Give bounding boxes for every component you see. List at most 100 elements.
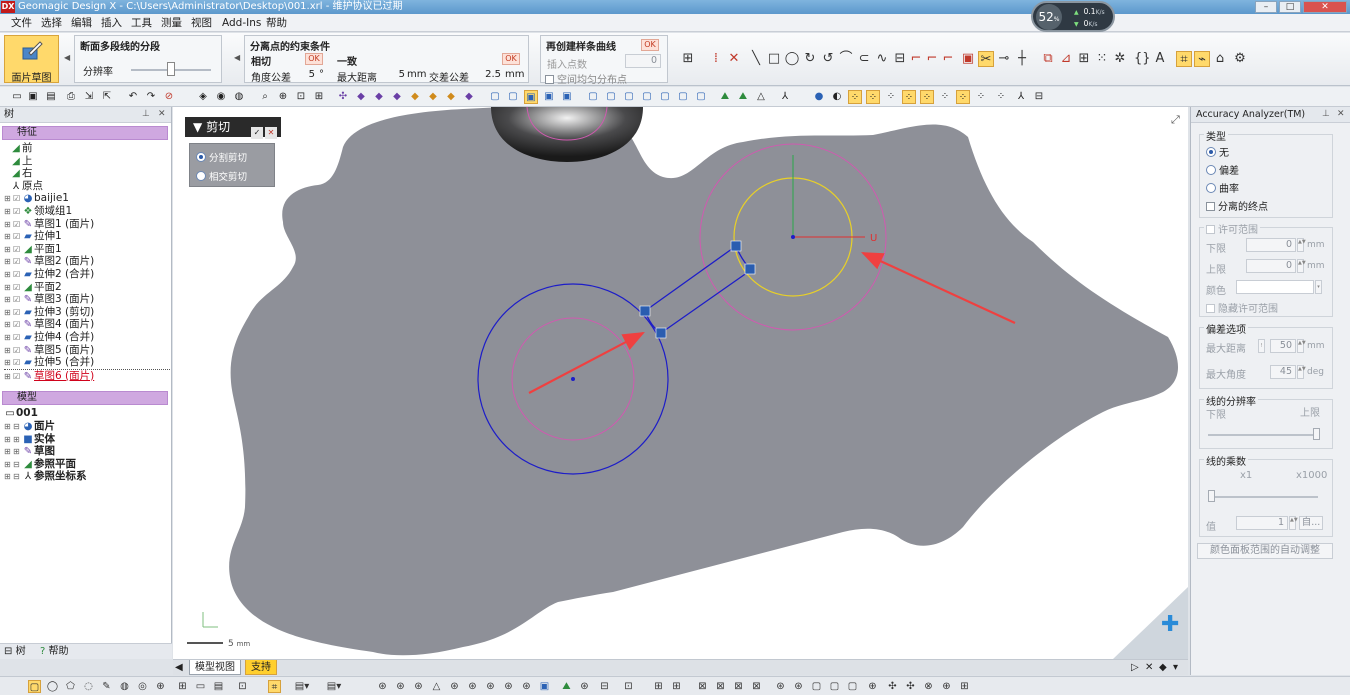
model-canvas[interactable]: U ✚: [173, 107, 1188, 659]
tabs-menu-icon[interactable]: ▾: [1173, 660, 1178, 675]
triangle-icon[interactable]: △: [754, 90, 768, 104]
text-icon[interactable]: A: [1152, 51, 1168, 67]
feature-tree-item[interactable]: ⅄ 原点: [10, 180, 43, 193]
model-tree-item[interactable]: ⊞ ⊟ ◢ 参照平面: [4, 458, 76, 471]
mesh-tool-15-icon[interactable]: ⊞: [652, 680, 665, 693]
select-flood-icon[interactable]: ◎: [136, 680, 149, 693]
point-icon[interactable]: ✕: [726, 51, 742, 67]
redo-icon[interactable]: ↷: [144, 90, 158, 104]
mesh-tool-9-icon[interactable]: ⊛: [520, 680, 533, 693]
mesh-tool-14-icon[interactable]: ⊡: [622, 680, 635, 693]
select-poly-icon[interactable]: ⬠: [64, 680, 77, 693]
menu-insert[interactable]: 插入: [101, 16, 122, 30]
select-mode-icon[interactable]: ⊡: [236, 680, 249, 693]
upper-limit-input[interactable]: 0: [1246, 259, 1296, 273]
menu-add-ins[interactable]: Add-Ins: [222, 16, 261, 30]
menu-select[interactable]: 选择: [41, 16, 62, 30]
confirm-icon[interactable]: ✓: [251, 127, 263, 139]
select-sketch-icon[interactable]: ⁘: [938, 90, 952, 104]
select-lasso-icon[interactable]: ◌: [82, 680, 95, 693]
pin-icon[interactable]: ⊥: [1322, 109, 1330, 119]
extend-icon[interactable]: ⊸: [996, 51, 1012, 67]
tab-tree[interactable]: ⊟ 树: [4, 645, 26, 659]
coincident-ok-button[interactable]: OK: [502, 53, 520, 65]
expand-icon[interactable]: ⊞: [4, 371, 13, 384]
save-icon[interactable]: ▤: [44, 90, 58, 104]
max-distance-input[interactable]: 50: [1270, 339, 1296, 353]
angle-tolerance-value[interactable]: 5: [293, 69, 315, 80]
mesh-tool-11-icon[interactable]: ⛰: [560, 680, 573, 693]
feature-tree-item[interactable]: ⊞ ☑ ◕ baijie1: [4, 192, 69, 205]
auto-constraint-icon[interactable]: ⌗: [1176, 51, 1192, 67]
max-angle-spinner[interactable]: ▲▼: [1297, 365, 1306, 379]
feature-tree-item[interactable]: ⊞ ☑ ✎ 草图1 (面片): [4, 218, 94, 231]
snap-icon[interactable]: ⌁: [1194, 51, 1210, 67]
feature-tree-item[interactable]: ⊞ ☑ ✎ 草图3 (面片): [4, 293, 94, 306]
model-tree-item[interactable]: ⊞ ⊞ ✎ 草图: [4, 445, 55, 458]
intersect-cut-radio[interactable]: [196, 171, 206, 181]
visibility-checkbox[interactable]: ☑: [13, 371, 22, 384]
layer-icon[interactable]: ◈: [196, 90, 210, 104]
select-filter-icon[interactable]: ⌗: [268, 680, 281, 693]
mesh-display-icon[interactable]: ⛰: [718, 90, 732, 104]
cube-flat-icon[interactable]: ▣: [560, 90, 574, 104]
auto-adjust-color-range-button[interactable]: 颜色面板范围的自动调整: [1197, 543, 1333, 559]
view-cube-5-icon[interactable]: ▢: [658, 90, 672, 104]
center-point-large[interactable]: [791, 235, 795, 239]
mesh-tool-26-icon[interactable]: ⊕: [866, 680, 879, 693]
view-cube-4-icon[interactable]: ▢: [640, 90, 654, 104]
feature-tree-item[interactable]: ◢ 前: [10, 142, 32, 155]
feature-tree-item[interactable]: ⊞ ☑ ▰ 拉伸4 (合并): [4, 331, 94, 344]
select-edge-icon[interactable]: ⁘: [902, 90, 916, 104]
sketch-tool-icon[interactable]: ⊞: [680, 51, 696, 67]
view-top-icon[interactable]: ◆: [390, 90, 404, 104]
type-none-option[interactable]: 无: [1206, 144, 1229, 159]
mesh-tool-24-icon[interactable]: ▢: [828, 680, 841, 693]
view-cube-3-icon[interactable]: ▢: [622, 90, 636, 104]
expand-icon[interactable]: ⊞: [4, 471, 13, 484]
select-rect-icon[interactable]: ▢: [28, 680, 41, 693]
mesh-tool-19-icon[interactable]: ⊠: [732, 680, 745, 693]
visibility-checkbox[interactable]: ⊟: [13, 471, 22, 484]
zoom-in-icon[interactable]: ⊕: [276, 90, 290, 104]
mirror-icon[interactable]: ⊿: [1058, 51, 1074, 67]
tabs-scroll-right-icon[interactable]: ▷: [1131, 660, 1139, 675]
cube-shaded-icon[interactable]: ▣: [524, 90, 538, 104]
mesh-tool-10-icon[interactable]: ▣: [538, 680, 551, 693]
multiplier-value-input[interactable]: 1: [1236, 516, 1288, 530]
endpoint-marker[interactable]: [655, 327, 667, 339]
split-cut-option[interactable]: 分割剪切: [196, 150, 247, 164]
selection-filter-icon[interactable]: ⊟: [1032, 90, 1046, 104]
color-dropdown-icon[interactable]: ▾: [1315, 280, 1322, 294]
cube-edges-icon[interactable]: ▣: [542, 90, 556, 104]
mesh-tool-17-icon[interactable]: ⊠: [696, 680, 709, 693]
line-icon[interactable]: ╲: [748, 51, 764, 67]
ellipse-icon[interactable]: ⌒: [838, 51, 854, 67]
select-visible-icon[interactable]: ▭: [194, 680, 207, 693]
maximize-view-icon[interactable]: ⤢: [1171, 113, 1180, 127]
feature-tree-item[interactable]: ⊞ ☑ ✎ 草图2 (面片): [4, 255, 94, 268]
zoom-box-icon[interactable]: ⊞: [312, 90, 326, 104]
select-extend-icon[interactable]: ⊕: [154, 680, 167, 693]
feature-tree-item[interactable]: ⊞ ☑ ◢ 平面2: [4, 281, 62, 294]
arc2-icon[interactable]: ↺: [820, 51, 836, 67]
select-all-icon[interactable]: ⊞: [176, 680, 189, 693]
mesh-tool-2-icon[interactable]: ⊛: [394, 680, 407, 693]
mesh-tool-16-icon[interactable]: ⊞: [670, 680, 683, 693]
uniform-option[interactable]: 空间均匀分布点: [545, 71, 627, 86]
view-cube-2-icon[interactable]: ▢: [604, 90, 618, 104]
circle-icon[interactable]: ◯: [784, 51, 800, 67]
mesh-tool-4-icon[interactable]: △: [430, 680, 443, 693]
tolerance-checkbox[interactable]: [1206, 225, 1215, 234]
trim-icon[interactable]: ✂: [978, 51, 994, 67]
view-right-icon[interactable]: ◆: [444, 90, 458, 104]
menu-tools[interactable]: 工具: [131, 16, 152, 30]
render-icon[interactable]: ◐: [830, 90, 844, 104]
type-curvature-option[interactable]: 曲率: [1206, 180, 1239, 195]
select-vector-icon[interactable]: ⁘: [994, 90, 1008, 104]
collapse-arrow-icon[interactable]: ◀: [234, 53, 240, 62]
menu-file[interactable]: 文件: [11, 16, 32, 30]
close-icon[interactable]: ✕: [1337, 109, 1345, 119]
view-back-icon[interactable]: ◆: [372, 90, 386, 104]
view-iso-icon[interactable]: ◆: [462, 90, 476, 104]
